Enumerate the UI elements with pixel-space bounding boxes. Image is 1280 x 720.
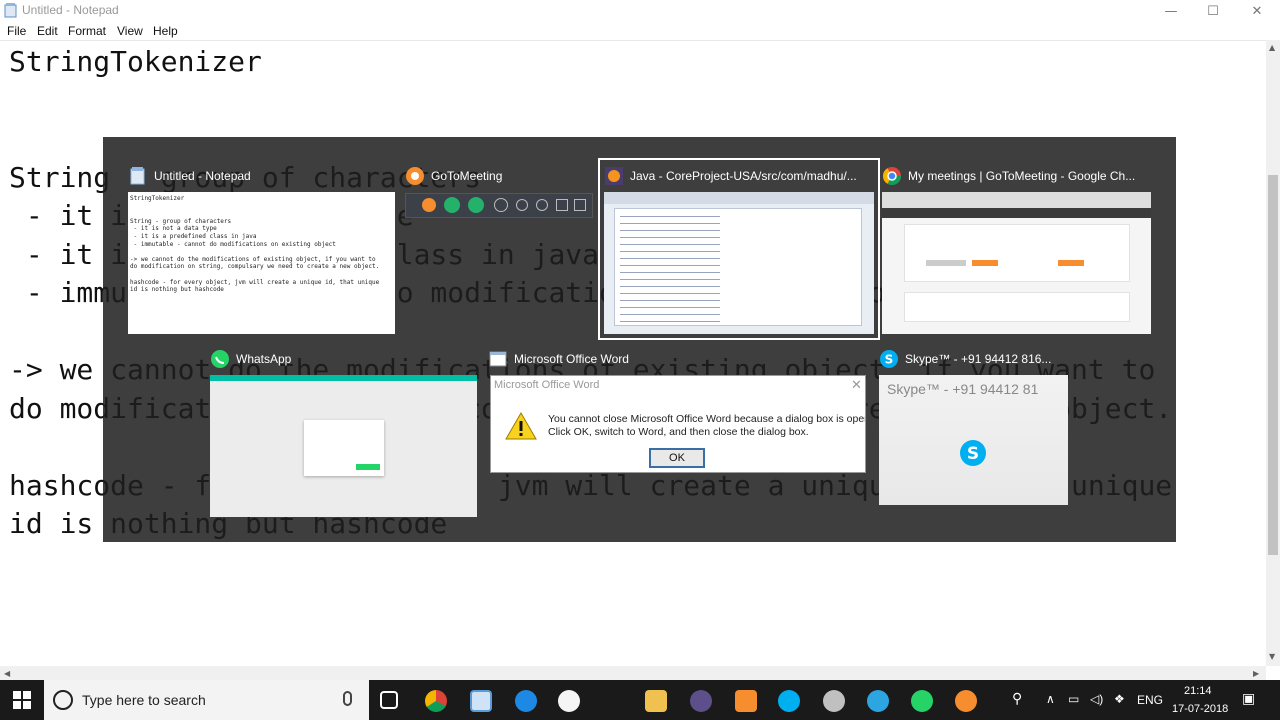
switcher-card-notepad[interactable]: Untitled - Notepad StringTokenizer Strin… — [128, 164, 395, 334]
search-input[interactable]: Type here to search — [82, 692, 206, 708]
word-window-icon — [488, 349, 508, 369]
dialog-message: Click OK, switch to Word, and then close… — [548, 425, 809, 438]
scroll-right-icon[interactable]: ▶ — [1253, 669, 1259, 678]
task-switcher: Untitled - Notepad StringTokenizer Strin… — [103, 137, 1176, 542]
microphone-icon[interactable] — [343, 691, 352, 706]
windows-start-icon[interactable] — [12, 690, 32, 714]
scroll-down-icon[interactable]: ▼ — [1269, 652, 1275, 661]
svg-text:S: S — [885, 353, 894, 367]
card-title: Java - CoreProject-USA/src/com/madhu/... — [630, 169, 857, 183]
camera-icon — [494, 198, 508, 212]
clock-date[interactable]: 17-07-2018 — [1172, 703, 1228, 715]
network-icon[interactable]: ▭ — [1068, 692, 1079, 706]
dialog-message: You cannot close Microsoft Office Word b… — [548, 413, 866, 425]
chrome-taskbar-icon[interactable] — [425, 690, 447, 712]
horizontal-scrollbar[interactable]: ◀ ▶ — [0, 666, 1266, 680]
eclipse-icon — [604, 166, 624, 186]
window-thumbnail — [604, 192, 874, 334]
chat-icon — [536, 199, 548, 211]
attendees-icon — [516, 199, 528, 211]
menu-help[interactable]: Help — [153, 24, 178, 38]
file-explorer-taskbar-icon[interactable] — [645, 690, 667, 712]
card-title: Untitled - Notepad — [154, 169, 251, 183]
cortana-icon — [53, 690, 73, 710]
eclipse-taskbar-icon[interactable] — [690, 690, 712, 712]
chrome-icon — [882, 166, 902, 186]
skype-icon: S — [879, 349, 899, 369]
warning-icon — [505, 411, 537, 444]
app-taskbar-icon[interactable] — [558, 690, 580, 712]
screen-share-icon — [468, 197, 484, 213]
card-title: WhatsApp — [236, 352, 292, 366]
card-title: Microsoft Office Word — [514, 352, 629, 366]
close-button[interactable]: ✕ — [1234, 0, 1280, 22]
notification-icon[interactable]: ▣ — [1242, 690, 1255, 707]
gotomeeting-taskbar-icon[interactable] — [955, 690, 977, 712]
app-taskbar-icon[interactable] — [823, 690, 845, 712]
notepad-icon — [4, 3, 18, 18]
menu-view[interactable]: View — [117, 24, 143, 38]
window-thumbnail: Skype™ - +91 94412 81 S — [879, 375, 1068, 505]
ok-button[interactable]: OK — [649, 448, 705, 468]
window-thumbnail: StringTokenizer String - group of charac… — [128, 192, 395, 334]
card-title: GoToMeeting — [431, 169, 503, 183]
title-bar — [0, 0, 1280, 22]
gotomeeting-icon — [405, 166, 425, 186]
menu-format[interactable]: Format — [68, 24, 106, 38]
scroll-left-icon[interactable]: ◀ — [4, 669, 10, 678]
telegram-taskbar-icon[interactable] — [867, 690, 889, 712]
card-title: Skype™ - +91 94412 816... — [905, 352, 1052, 366]
volume-icon[interactable]: ◁) — [1090, 692, 1103, 706]
switcher-card-word[interactable]: Microsoft Office Word Microsoft Office W… — [488, 347, 868, 475]
teamviewer-taskbar-icon[interactable] — [515, 690, 537, 712]
thumbnail-text: StringTokenizer String - group of charac… — [130, 195, 380, 294]
dialog-title: Microsoft Office Word — [494, 379, 600, 391]
minimize-button[interactable]: — — [1148, 0, 1194, 22]
switcher-card-gotomeeting[interactable]: GoToMeeting — [405, 164, 593, 220]
microphone-icon — [444, 197, 460, 213]
language-indicator[interactable]: ENG — [1137, 693, 1163, 707]
dropbox-icon[interactable]: ❖ — [1114, 692, 1125, 706]
app-taskbar-icon[interactable] — [735, 690, 757, 712]
whatsapp-icon — [210, 349, 230, 369]
notepad-icon — [128, 166, 148, 186]
clock-time[interactable]: 21:14 — [1184, 685, 1212, 697]
task-view-icon[interactable] — [380, 691, 398, 709]
gotomeeting-toolbar — [405, 193, 593, 218]
window-thumbnail — [210, 375, 477, 517]
drawing-icon — [556, 199, 568, 211]
notepad-taskbar-icon[interactable] — [470, 690, 492, 712]
whatsapp-taskbar-icon[interactable] — [911, 690, 933, 712]
scroll-up-icon[interactable]: ▲ — [1269, 43, 1275, 52]
maximize-button[interactable]: ☐ — [1190, 0, 1236, 22]
skype-thumb-title: Skype™ - +91 94412 81 — [887, 381, 1039, 397]
skype-logo-icon: S — [959, 439, 987, 471]
card-title: My meetings | GoToMeeting - Google Ch... — [908, 169, 1136, 183]
svg-text:S: S — [967, 444, 979, 464]
close-icon[interactable]: ✕ — [851, 378, 862, 393]
menu-edit[interactable]: Edit — [37, 24, 58, 38]
scrollbar-thumb[interactable] — [1268, 175, 1278, 555]
menu-bar: File Edit Format View Help — [0, 22, 1280, 40]
switcher-card-whatsapp[interactable]: WhatsApp — [210, 347, 477, 517]
expand-icon — [574, 199, 586, 211]
gotomeeting-icon — [422, 198, 436, 212]
menu-file[interactable]: File — [7, 24, 26, 38]
chevron-up-icon[interactable]: ∧ — [1046, 692, 1055, 706]
window-title: Untitled - Notepad — [22, 3, 119, 17]
skype-taskbar-icon[interactable] — [778, 690, 800, 712]
switcher-card-skype[interactable]: S Skype™ - +91 94412 816... Skype™ - +91… — [879, 347, 1068, 505]
word-dialog: Microsoft Office Word ✕ You cannot close… — [490, 375, 866, 473]
window-thumbnail — [882, 192, 1151, 334]
people-icon[interactable]: ⚲ — [1012, 690, 1022, 707]
switcher-card-chrome[interactable]: My meetings | GoToMeeting - Google Ch... — [882, 164, 1151, 334]
switcher-card-eclipse[interactable]: Java - CoreProject-USA/src/com/madhu/... — [598, 158, 880, 340]
